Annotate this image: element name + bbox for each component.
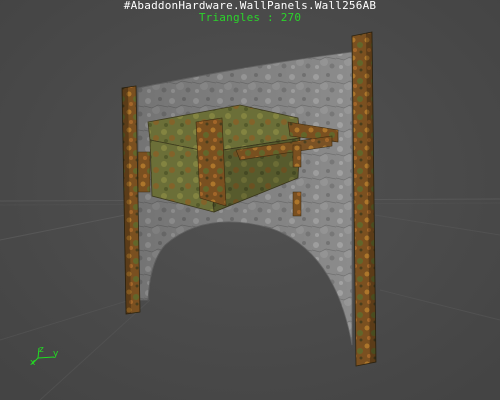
peg-bottom: [292, 191, 302, 217]
axis-z-label: z: [39, 345, 44, 355]
peg-left: [137, 151, 151, 193]
3d-viewport[interactable]: #AbaddonHardware.WallPanels.Wall256AB Tr…: [0, 0, 500, 400]
triangle-count-label: Triangles : 270: [198, 11, 302, 24]
axis-y-label: y: [53, 349, 59, 359]
axis-gizmo: x z y: [30, 344, 66, 370]
axis-gizmo-lines: [31, 347, 55, 365]
scene-canvas[interactable]: [0, 0, 500, 400]
rust-strap-left: [195, 117, 227, 207]
axis-x-label: x: [30, 358, 36, 368]
peg-top: [292, 144, 302, 168]
